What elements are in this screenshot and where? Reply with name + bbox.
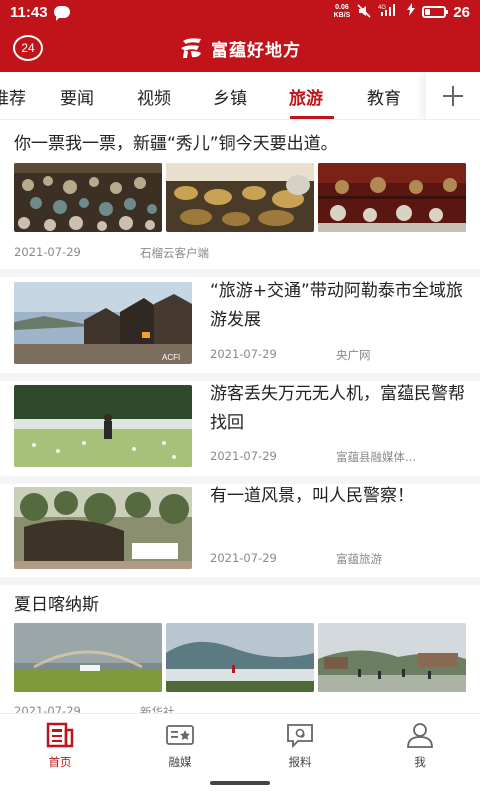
- news-title: 夏日喀纳斯: [14, 595, 99, 615]
- feed-divider: [0, 269, 480, 277]
- tab-education[interactable]: 教育: [367, 84, 401, 109]
- feed-divider: [0, 577, 480, 585]
- network-speed: 0.06 KB/S: [333, 4, 351, 19]
- news-source: 富蕴旅游: [336, 552, 382, 566]
- mute-icon: [357, 3, 371, 21]
- news-source: 石榴云客户端: [140, 246, 209, 260]
- news-source: 央广网: [336, 348, 371, 362]
- news-title: 游客丢失万元无人机，富蕴民警帮找回: [210, 384, 465, 433]
- news-thumbnail: [14, 623, 162, 692]
- app-header: 24 富蕴好地方: [0, 24, 480, 72]
- news-icon: [46, 722, 74, 748]
- news-thumbnail: [166, 623, 314, 692]
- add-channel-button[interactable]: [426, 72, 480, 119]
- message-icon: [53, 6, 70, 21]
- news-date: 2021-07-29: [14, 245, 81, 259]
- bottom-navigation: 首页 融媒 报料 我: [0, 713, 480, 800]
- nav-label: 融媒: [168, 755, 192, 769]
- nav-home[interactable]: 首页: [20, 722, 100, 770]
- status-time: 11:43: [10, 3, 48, 21]
- battery-level: 26: [453, 3, 470, 21]
- app-title: 富蕴好地方: [211, 40, 301, 61]
- category-tabs: 推荐 要闻 视频 乡镇 旅游 教育: [0, 72, 480, 120]
- brand-logo-icon: [179, 37, 205, 59]
- charging-icon: [407, 3, 416, 21]
- tab-video[interactable]: 视频: [137, 84, 171, 109]
- news-title: 有一道风景，叫人民警察！: [210, 486, 414, 506]
- news-date: 2021-07-29: [210, 347, 277, 361]
- news-thumbnail: [14, 487, 192, 569]
- news-feed: 你一票我一票，新疆“秀儿”铜今天要出道。 2021-07-29 石榴云客户端 A…: [0, 121, 480, 713]
- nav-label: 首页: [48, 755, 72, 769]
- plus-icon: [443, 86, 463, 106]
- home-indicator[interactable]: [210, 781, 270, 785]
- user-icon: [406, 722, 434, 748]
- tab-tourism[interactable]: 旅游: [289, 84, 323, 109]
- nav-label: 我: [414, 755, 426, 769]
- news-title: 你一票我一票，新疆“秀儿”铜今天要出道。: [14, 134, 338, 154]
- news-date: 2021-07-29: [14, 704, 81, 713]
- news-thumbnail: [14, 385, 192, 467]
- news-source: 富蕴县融媒体...: [336, 450, 416, 464]
- news-thumbnail: [318, 623, 466, 692]
- tab-headlines[interactable]: 要闻: [60, 84, 94, 109]
- news-thumbnail: [318, 163, 466, 232]
- weather-button[interactable]: 24: [13, 35, 43, 61]
- tab-recommend[interactable]: 推荐: [0, 84, 26, 109]
- news-source: 新华社: [140, 705, 175, 713]
- nav-media[interactable]: 融媒: [140, 722, 220, 770]
- nav-me[interactable]: 我: [380, 722, 460, 770]
- nav-label: 报料: [288, 755, 312, 769]
- status-bar: 11:43 0.06 KB/S 4G 26: [0, 0, 480, 24]
- news-date: 2021-07-29: [210, 551, 277, 565]
- news-title: “旅游+交通”带动阿勒泰市全域旅游发展: [210, 281, 463, 330]
- media-icon: [166, 722, 194, 748]
- nav-report[interactable]: 报料: [260, 722, 340, 770]
- brand: 富蕴好地方: [179, 36, 301, 61]
- news-thumbnail: ACFI: [14, 282, 192, 364]
- news-thumbnail: [166, 163, 314, 232]
- news-date: 2021-07-29: [210, 449, 277, 463]
- active-tab-indicator: [290, 116, 334, 119]
- news-thumbnail: [14, 163, 162, 232]
- report-icon: [286, 722, 314, 749]
- weather-badge-text: 24: [21, 41, 35, 55]
- signal-icon: 4G: [378, 3, 400, 22]
- battery-icon: [422, 6, 449, 18]
- tab-townships[interactable]: 乡镇: [213, 84, 247, 109]
- thumbnail-watermark: ACFI: [162, 353, 180, 362]
